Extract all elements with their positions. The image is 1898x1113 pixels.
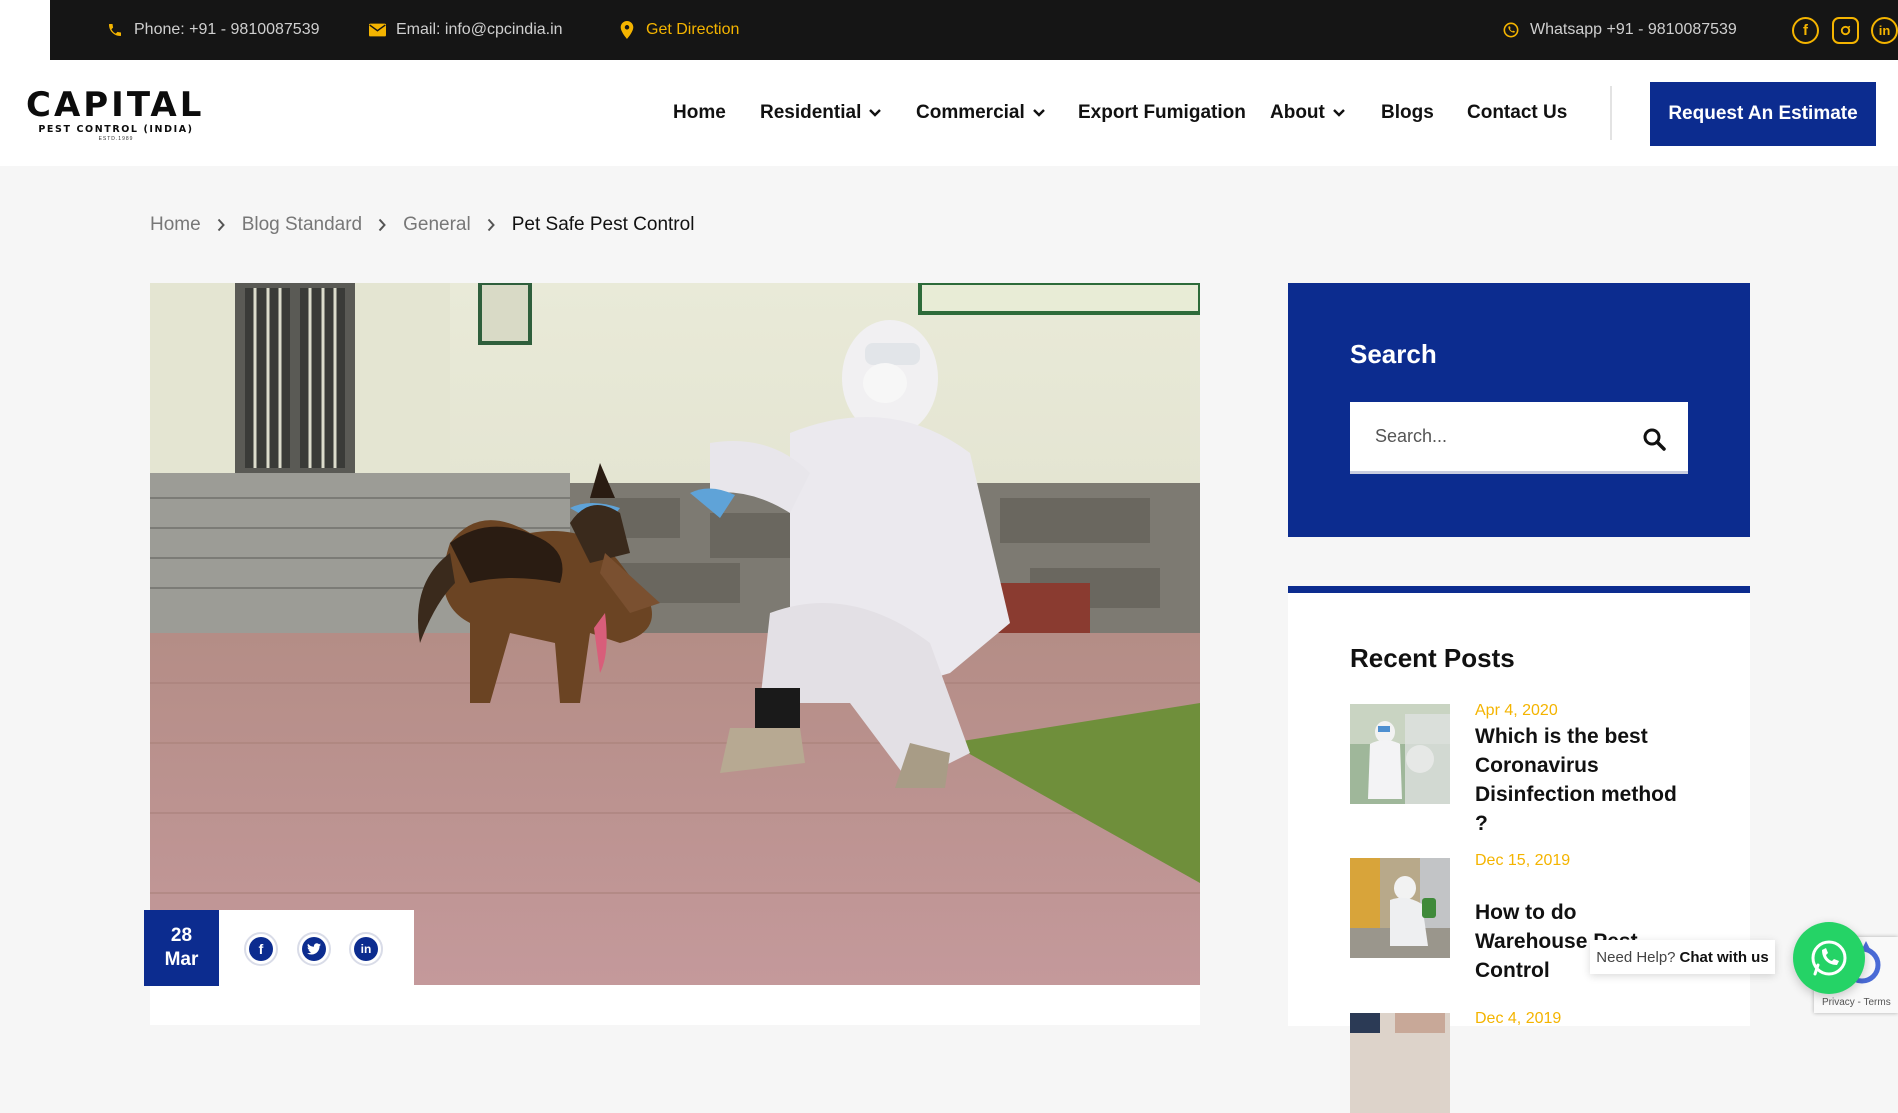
nav-commercial[interactable]: Commercial (916, 100, 1045, 126)
linkedin-icon: in (354, 937, 378, 961)
nav-blogs-label: Blogs (1381, 102, 1434, 123)
recent-post-thumbnail[interactable] (1350, 858, 1450, 958)
breadcrumb-general[interactable]: General (403, 214, 471, 236)
logo-subtitle: PEST CONTROL (INDIA) (38, 124, 194, 135)
instagram-icon[interactable] (1832, 17, 1859, 44)
chat-help-text: Need Help? (1596, 948, 1676, 966)
nav-about-label: About (1270, 102, 1325, 123)
share-twitter-button[interactable] (297, 932, 331, 966)
post-date-month: Mar (164, 949, 199, 970)
facebook-icon[interactable]: f (1792, 17, 1819, 44)
recent-post-title[interactable]: Which is the best Coronavirus Disinfecti… (1475, 722, 1690, 838)
nav-export-fumigation[interactable]: Export Fumigation (1078, 100, 1246, 126)
whatsapp-chat-button[interactable] (1793, 922, 1865, 994)
search-icon (1643, 428, 1666, 451)
post-content-card (150, 985, 1200, 1025)
request-estimate-button[interactable]: Request An Estimate (1650, 82, 1876, 146)
top-info-bar: Phone: +91 - 9810087539 Email: info@cpci… (50, 0, 1898, 60)
recent-post-thumbnail[interactable] (1350, 704, 1450, 804)
nav-residential-label: Residential (760, 102, 862, 123)
search-widget-title: Search (1350, 339, 1437, 369)
nav-divider (1610, 86, 1612, 140)
capital-logo[interactable]: CAPITAL PEST CONTROL (INDIA) ESTD.1989 (26, 88, 206, 150)
chevron-right-icon (487, 218, 496, 232)
nav-contact-label: Contact Us (1467, 102, 1568, 123)
topbar-phone[interactable]: Phone: +91 - 9810087539 (106, 0, 320, 60)
nav-commercial-label: Commercial (916, 102, 1025, 123)
whatsapp-icon (1502, 21, 1520, 39)
topbar-direction[interactable]: Get Direction (618, 0, 739, 60)
chevron-down-icon (869, 109, 882, 117)
breadcrumb-home[interactable]: Home (150, 214, 201, 236)
recent-post-date: Apr 4, 2020 (1475, 702, 1558, 719)
recent-post-date: Dec 4, 2019 (1475, 1010, 1562, 1027)
search-button[interactable] (1642, 427, 1668, 453)
sidebar-search-widget: Search (1288, 283, 1750, 537)
whatsapp-icon (1811, 940, 1847, 976)
linkedin-icon[interactable]: in (1871, 17, 1898, 44)
phone-icon (106, 21, 124, 39)
share-facebook-button[interactable]: f (244, 932, 278, 966)
recent-post-thumbnail[interactable] (1350, 1013, 1450, 1113)
topbar-email-text: Email: info@cpcindia.in (396, 21, 563, 38)
nav-residential[interactable]: Residential (760, 100, 882, 126)
breadcrumb-current: Pet Safe Pest Control (511, 214, 695, 235)
breadcrumb: Home Blog Standard General Pet Safe Pest… (150, 212, 694, 238)
chat-help-bold: Chat with us (1679, 948, 1769, 966)
share-bar: f in (219, 910, 414, 986)
topbar-phone-text: Phone: +91 - 9810087539 (134, 21, 320, 38)
post-featured-image (150, 283, 1200, 985)
breadcrumb-blog-standard[interactable]: Blog Standard (242, 214, 362, 236)
post-date-day: 28 (170, 925, 193, 946)
nav-blogs[interactable]: Blogs (1381, 100, 1434, 126)
logo-established: ESTD.1989 (98, 136, 134, 142)
get-direction-link[interactable]: Get Direction (646, 21, 739, 39)
nav-home[interactable]: Home (673, 100, 726, 126)
facebook-icon: f (249, 937, 273, 961)
recaptcha-terms[interactable]: Privacy - Terms (1822, 997, 1891, 1008)
nav-contact[interactable]: Contact Us (1467, 100, 1567, 126)
recent-post-date: Dec 15, 2019 (1475, 852, 1571, 869)
chat-help-label[interactable]: Need Help? Chat with us (1590, 940, 1775, 974)
chevron-down-icon (1333, 109, 1345, 117)
post-date-badge: 28 Mar (144, 910, 219, 986)
share-linkedin-button[interactable]: in (349, 932, 383, 966)
topbar-whatsapp-text: Whatsapp +91 - 9810087539 (1530, 21, 1737, 38)
chevron-right-icon (378, 218, 387, 232)
recent-posts-title: Recent Posts (1350, 643, 1515, 673)
chevron-right-icon (217, 218, 226, 232)
envelope-icon (368, 21, 386, 39)
topbar-whatsapp[interactable]: Whatsapp +91 - 9810087539 (1502, 0, 1737, 60)
map-pin-icon (618, 21, 636, 39)
search-input[interactable] (1350, 402, 1688, 474)
topbar-left-gap (0, 0, 50, 60)
twitter-icon (302, 937, 326, 961)
nav-home-label: Home (673, 102, 726, 123)
logo-wordmark: CAPITAL (26, 85, 205, 125)
chevron-down-icon (1032, 109, 1045, 117)
nav-about[interactable]: About (1270, 100, 1345, 126)
topbar-email[interactable]: Email: info@cpcindia.in (368, 0, 563, 60)
nav-export-label: Export Fumigation (1078, 102, 1246, 123)
